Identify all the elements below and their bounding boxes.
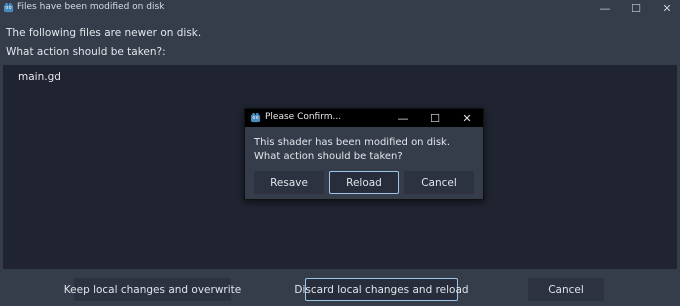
keep-local-changes-button[interactable]: Keep local changes and overwrite	[64, 278, 241, 301]
maximize-button[interactable]: ☐	[619, 0, 653, 17]
info-label: The following files are newer on disk.	[6, 27, 202, 39]
resave-button[interactable]: Resave	[254, 171, 324, 194]
dialog-message-line1: This shader has been modified on disk.	[254, 137, 451, 148]
dialog-message-line2: What action should be taken?	[254, 151, 403, 162]
godot-icon	[250, 112, 261, 123]
minimize-button[interactable]: —	[588, 0, 622, 17]
dialog-minimize-button[interactable]: —	[388, 109, 418, 127]
window-title: Files have been modified on disk	[17, 2, 165, 12]
list-item[interactable]: main.gd	[18, 71, 61, 83]
confirm-dialog: Please Confirm... — ☐ ✕ This shader has …	[244, 108, 484, 200]
dialog-close-button[interactable]: ✕	[452, 109, 482, 127]
window-titlebar: Files have been modified on disk — ☐ ✕	[0, 0, 680, 17]
reload-button[interactable]: Reload	[329, 171, 399, 194]
dialog-maximize-button[interactable]: ☐	[420, 109, 450, 127]
dialog-cancel-button[interactable]: Cancel	[404, 171, 474, 194]
close-icon: ✕	[662, 2, 672, 15]
cancel-button[interactable]: Cancel	[528, 278, 604, 301]
dialog-titlebar: Please Confirm... — ☐ ✕	[245, 109, 483, 127]
question-label: What action should be taken?:	[6, 46, 166, 58]
close-icon: ✕	[462, 111, 472, 125]
minimize-icon: —	[397, 111, 409, 125]
maximize-icon: ☐	[631, 2, 641, 15]
minimize-icon: —	[599, 2, 611, 15]
discard-local-changes-button[interactable]: Discard local changes and reload	[294, 278, 469, 301]
close-button[interactable]: ✕	[650, 0, 680, 17]
godot-icon	[3, 2, 14, 13]
maximize-icon: ☐	[430, 111, 440, 125]
dialog-title: Please Confirm...	[265, 112, 342, 122]
